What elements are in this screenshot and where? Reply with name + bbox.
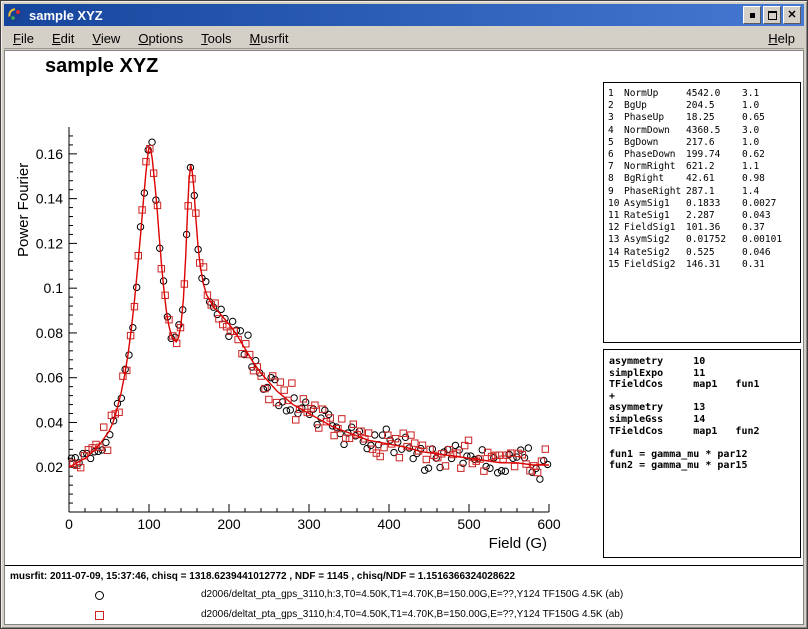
close-button[interactable]: ✕ xyxy=(783,6,801,24)
theory-box: asymmetry 10simplExpo 11TFieldCos map1 f… xyxy=(603,349,801,558)
parameter-row: 1NormUp4542.03.1 xyxy=(608,88,796,100)
svg-text:300: 300 xyxy=(297,516,321,532)
svg-text:0.06: 0.06 xyxy=(36,370,63,386)
svg-text:0.1: 0.1 xyxy=(44,280,64,296)
legend-marker xyxy=(95,611,104,620)
svg-text:0.12: 0.12 xyxy=(36,235,63,251)
theory-line: simpleGss 14 xyxy=(609,414,795,426)
svg-text:0.04: 0.04 xyxy=(36,414,63,430)
legend-text: d2006/deltat_pta_gps_3110,h:4,T0=4.50K,T… xyxy=(201,609,623,620)
parameter-box: 1NormUp4542.03.12BgUp204.51.03PhaseUp18.… xyxy=(603,82,801,343)
parameter-row: 13AsymSig20.017520.00101 xyxy=(608,234,796,246)
theory-line: asymmetry 10 xyxy=(609,356,795,368)
theory-line: TFieldCos map1 fun2 xyxy=(609,426,795,438)
svg-text:100: 100 xyxy=(137,516,161,532)
parameter-row: 14RateSig20.5250.046 xyxy=(608,247,796,259)
parameter-table-body: 1NormUp4542.03.12BgUp204.51.03PhaseUp18.… xyxy=(608,88,796,271)
menu-tools[interactable]: Tools xyxy=(192,29,240,48)
svg-text:0: 0 xyxy=(65,516,73,532)
parameter-row: 12FieldSig1101.360.37 xyxy=(608,222,796,234)
menu-help[interactable]: Help xyxy=(759,29,804,48)
parameter-row: 7NormRight621.21.1 xyxy=(608,161,796,173)
svg-text:200: 200 xyxy=(217,516,241,532)
legend-text: d2006/deltat_pta_gps_3110,h:3,T0=4.50K,T… xyxy=(201,589,623,600)
plot-canvas[interactable]: 0 100 200 300 400 500 600 0.02 0.04 0.06 0.08 0.1 0.… xyxy=(5,51,605,566)
menu-bar: File Edit View Options Tools Musrfit Hel… xyxy=(4,28,804,49)
svg-text:400: 400 xyxy=(377,516,401,532)
svg-text:600: 600 xyxy=(537,516,561,532)
maximize-icon xyxy=(768,11,777,20)
legend-marker xyxy=(95,591,104,600)
menu-musrfit[interactable]: Musrfit xyxy=(241,29,298,48)
theory-box-body: asymmetry 10simplExpo 11TFieldCos map1 f… xyxy=(609,356,795,472)
title-bar[interactable]: sample XYZ ✕ xyxy=(4,4,804,26)
svg-text:0.14: 0.14 xyxy=(36,191,63,207)
parameter-row: 10AsymSig10.18330.0027 xyxy=(608,198,796,210)
y-axis-label: Power Fourier xyxy=(15,127,32,257)
theory-line xyxy=(609,437,795,449)
parameter-row: 3PhaseUp18.250.65 xyxy=(608,112,796,124)
theory-line: simplExpo 11 xyxy=(609,368,795,380)
theory-line: + xyxy=(609,391,795,403)
parameter-row: 9PhaseRight287.11.4 xyxy=(608,186,796,198)
menu-edit[interactable]: Edit xyxy=(43,29,83,48)
parameter-row: 2BgUp204.51.0 xyxy=(608,100,796,112)
parameter-row: 5BgDown217.61.0 xyxy=(608,137,796,149)
parameter-row: 6PhaseDown199.740.62 xyxy=(608,149,796,161)
minimize-icon xyxy=(750,13,755,18)
theory-line: TFieldCos map1 fun1 xyxy=(609,379,795,391)
parameter-row: 11RateSig12.2870.043 xyxy=(608,210,796,222)
legend-row: d2006/deltat_pta_gps_3110,h:4,T0=4.50K,T… xyxy=(5,608,803,622)
window-title: sample XYZ xyxy=(29,8,741,23)
close-icon: ✕ xyxy=(787,10,796,21)
svg-text:0.02: 0.02 xyxy=(36,459,63,475)
maximize-button[interactable] xyxy=(763,6,781,24)
app-window: sample XYZ ✕ File Edit View Options Tool… xyxy=(0,0,808,629)
theory-line: fun2 = gamma_mu * par15 xyxy=(609,460,795,472)
theory-line: fun1 = gamma_mu * par12 xyxy=(609,449,795,461)
minimize-button[interactable] xyxy=(743,6,761,24)
status-divider xyxy=(5,565,803,566)
parameter-row: 8BgRight42.610.98 xyxy=(608,173,796,185)
menu-file[interactable]: File xyxy=(4,29,43,48)
app-icon xyxy=(7,7,23,23)
svg-text:0.16: 0.16 xyxy=(36,146,63,162)
menu-view[interactable]: View xyxy=(83,29,129,48)
parameter-row: 4NormDown4360.53.0 xyxy=(608,125,796,137)
legend-row: d2006/deltat_pta_gps_3110,h:3,T0=4.50K,T… xyxy=(5,588,803,602)
svg-text:500: 500 xyxy=(457,516,481,532)
theory-line: asymmetry 13 xyxy=(609,402,795,414)
fit-status-line: musrfit: 2011-07-09, 15:37:46, chisq = 1… xyxy=(10,571,515,582)
x-axis-label: Field (G) xyxy=(489,535,547,552)
canvas-area: sample XYZ 01002003004005006000.020.040.… xyxy=(4,50,804,625)
parameter-row: 15FieldSig2146.310.31 xyxy=(608,259,796,271)
menu-options[interactable]: Options xyxy=(129,29,192,48)
svg-text:0.08: 0.08 xyxy=(36,325,63,341)
